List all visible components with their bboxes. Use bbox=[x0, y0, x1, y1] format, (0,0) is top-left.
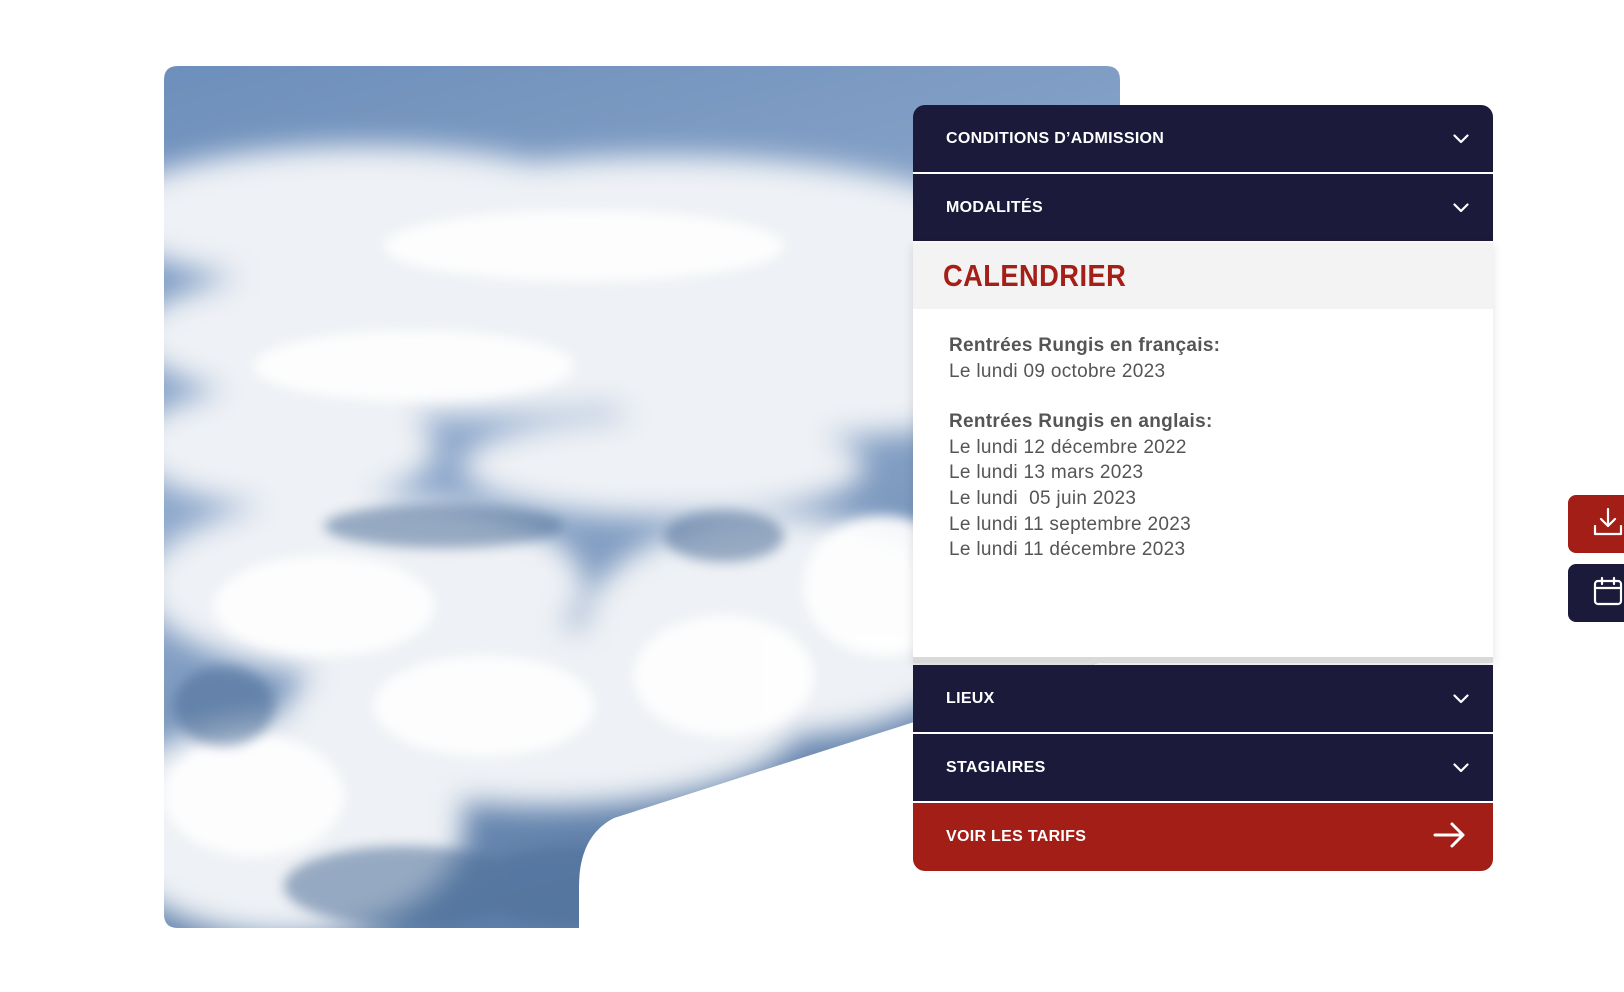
accordion-label: CONDITIONS D’ADMISSION bbox=[946, 129, 1165, 147]
date-line: Le lundi 13 mars 2023 bbox=[949, 462, 1144, 484]
accordion-stagiaires[interactable]: STAGIAIRES bbox=[913, 734, 1493, 803]
group-heading: Rentrées Rungis en français: bbox=[949, 335, 1221, 356]
chevron-down-icon bbox=[1451, 758, 1471, 778]
program-details-accordion: CONDITIONS D’ADMISSION MODALITÉS CALENDR… bbox=[913, 105, 1493, 871]
calendar-section: CALENDRIER Rentrées Rungis en français: … bbox=[913, 243, 1493, 663]
voir-les-tarifs-button[interactable]: VOIR LES TARIFS bbox=[913, 803, 1493, 871]
calendar-header[interactable]: CALENDRIER bbox=[913, 243, 1493, 309]
download-brochure-button[interactable] bbox=[1568, 495, 1624, 553]
date-line: Le lundi 11 décembre 2023 bbox=[949, 539, 1186, 561]
date-line: Le lundi 09 octobre 2023 bbox=[949, 360, 1166, 382]
calendar-shortcut-button[interactable] bbox=[1568, 564, 1624, 622]
arrow-right-icon bbox=[1433, 821, 1467, 854]
accordion-label: STAGIAIRES bbox=[946, 758, 1046, 776]
cta-label: VOIR LES TARIFS bbox=[946, 828, 1087, 845]
date-line: Le lundi 05 juin 2023 bbox=[949, 487, 1137, 509]
calendar-title: CALENDRIER bbox=[943, 258, 1127, 293]
accordion-conditions-admission[interactable]: CONDITIONS D’ADMISSION bbox=[913, 105, 1493, 174]
date-line: Le lundi 12 décembre 2022 bbox=[949, 436, 1187, 458]
date-line: Le lundi 11 septembre 2023 bbox=[949, 513, 1191, 535]
calendar-content: Rentrées Rungis en français: Le lundi 09… bbox=[913, 309, 1493, 587]
accordion-lieux[interactable]: LIEUX bbox=[913, 665, 1493, 734]
download-icon bbox=[1592, 506, 1624, 543]
chevron-down-icon bbox=[1451, 689, 1471, 709]
accordion-modalites[interactable]: MODALITÉS bbox=[913, 174, 1493, 243]
calendar-icon bbox=[1592, 575, 1624, 612]
accordion-label: LIEUX bbox=[946, 689, 995, 707]
accordion-label: MODALITÉS bbox=[946, 198, 1043, 216]
chevron-down-icon bbox=[1451, 129, 1471, 149]
chevron-down-icon bbox=[1451, 198, 1471, 218]
group-heading: Rentrées Rungis en anglais: bbox=[949, 411, 1213, 433]
